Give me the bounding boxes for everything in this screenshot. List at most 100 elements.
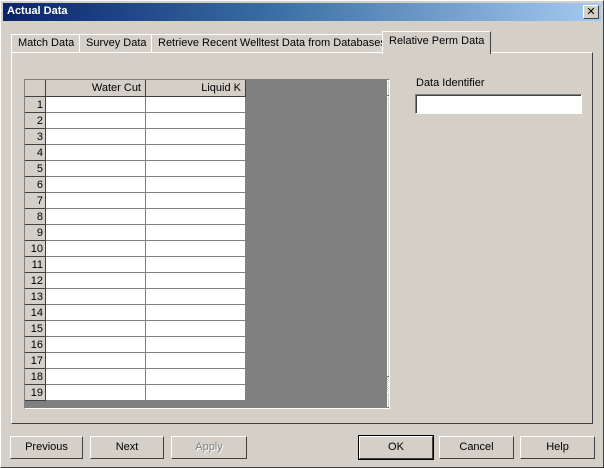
actual-data-dialog: Actual Data ✕ Match Data Survey Data Ret… [0,0,604,468]
row-header[interactable]: 19 [25,385,46,401]
water-cut-cell[interactable] [46,337,146,353]
table-row: 8 [25,209,247,225]
water-cut-cell[interactable] [46,257,146,273]
tab-label: Retrieve Recent Welltest Data from Datab… [158,37,386,49]
table-row: 14 [25,305,247,321]
water-cut-cell[interactable] [46,273,146,289]
row-header[interactable]: 5 [25,161,46,177]
table-row: 9 [25,225,247,241]
liquid-k-cell[interactable] [146,337,246,353]
table-row: 11 [25,257,247,273]
close-icon: ✕ [586,5,596,18]
water-cut-cell[interactable] [46,289,146,305]
tab-panel: Water Cut Liquid K 1 2 3 4 5 6 7 8 9 10 11 12 13 14 15… [11,52,593,424]
liquid-k-cell[interactable] [146,305,246,321]
row-header[interactable]: 2 [25,113,46,129]
row-header[interactable]: 18 [25,369,46,385]
row-header[interactable]: 16 [25,337,46,353]
close-button[interactable]: ✕ [583,5,599,19]
row-header[interactable]: 10 [25,241,46,257]
relative-perm-grid: Water Cut Liquid K 1 2 3 4 5 6 7 8 9 10 11 12 13 14 15… [24,79,390,409]
ok-button[interactable]: OK [358,435,434,460]
liquid-k-cell[interactable] [146,193,246,209]
window-title: Actual Data [7,5,68,17]
liquid-k-cell[interactable] [146,273,246,289]
liquid-k-cell[interactable] [146,129,246,145]
liquid-k-cell[interactable] [146,353,246,369]
table-row: 1 [25,97,247,113]
table-row: 13 [25,289,247,305]
water-cut-cell[interactable] [46,385,146,401]
row-header[interactable]: 15 [25,321,46,337]
water-cut-cell[interactable] [46,177,146,193]
scroll-down-button[interactable] [387,392,389,408]
row-header[interactable]: 12 [25,273,46,289]
row-header[interactable]: 1 [25,97,46,113]
previous-button[interactable]: Previous [10,436,83,459]
water-cut-cell[interactable] [46,161,146,177]
scroll-thumb[interactable] [387,96,389,377]
liquid-k-cell[interactable] [146,113,246,129]
water-cut-cell[interactable] [46,209,146,225]
water-cut-cell[interactable] [46,193,146,209]
tab-label: Survey Data [86,37,147,49]
liquid-k-cell[interactable] [146,209,246,225]
liquid-k-cell[interactable] [146,289,246,305]
water-cut-cell[interactable] [46,113,146,129]
row-header[interactable]: 3 [25,129,46,145]
scroll-up-button[interactable] [387,80,389,96]
data-identifier-input[interactable] [415,94,582,114]
tab-label: Match Data [18,37,75,49]
liquid-k-cell[interactable] [146,241,246,257]
table-row: 12 [25,273,247,289]
cancel-button[interactable]: Cancel [439,436,514,459]
liquid-k-cell[interactable] [146,321,246,337]
row-header[interactable]: 13 [25,289,46,305]
liquid-k-cell[interactable] [146,385,246,401]
scroll-track[interactable] [387,377,389,392]
next-button[interactable]: Next [90,436,164,459]
tab-label: Relative Perm Data [389,35,485,47]
liquid-k-cell[interactable] [146,145,246,161]
title-bar: Actual Data ✕ [3,3,601,21]
row-header[interactable]: 14 [25,305,46,321]
table-row: 16 [25,337,247,353]
water-cut-cell[interactable] [46,97,146,113]
row-header[interactable]: 6 [25,177,46,193]
table-row: 3 [25,129,247,145]
table-row: 6 [25,177,247,193]
apply-button[interactable]: Apply [171,436,247,459]
water-cut-cell[interactable] [46,369,146,385]
tab-survey-data[interactable]: Survey Data [79,34,154,53]
grid-vertical-scrollbar[interactable] [387,80,389,408]
liquid-k-cell[interactable] [146,177,246,193]
water-cut-cell[interactable] [46,321,146,337]
row-header[interactable]: 9 [25,225,46,241]
grid-header-row: Water Cut Liquid K [25,80,247,97]
row-header[interactable]: 11 [25,257,46,273]
liquid-k-cell[interactable] [146,97,246,113]
tab-retrieve-welltest-data[interactable]: Retrieve Recent Welltest Data from Datab… [151,34,393,53]
liquid-k-cell[interactable] [146,161,246,177]
water-cut-cell[interactable] [46,241,146,257]
tab-relative-perm-data[interactable]: Relative Perm Data [382,31,492,54]
liquid-k-cell[interactable] [146,257,246,273]
water-cut-cell[interactable] [46,145,146,161]
water-cut-cell[interactable] [46,305,146,321]
liquid-k-cell[interactable] [146,225,246,241]
row-header[interactable]: 8 [25,209,46,225]
row-header[interactable]: 4 [25,145,46,161]
row-header[interactable]: 7 [25,193,46,209]
tab-match-data[interactable]: Match Data [11,34,82,53]
column-header-water-cut[interactable]: Water Cut [46,80,146,97]
water-cut-cell[interactable] [46,225,146,241]
table-row: 5 [25,161,247,177]
row-header[interactable]: 17 [25,353,46,369]
water-cut-cell[interactable] [46,353,146,369]
help-button[interactable]: Help [520,436,595,459]
water-cut-cell[interactable] [46,129,146,145]
liquid-k-cell[interactable] [146,369,246,385]
table-row: 4 [25,145,247,161]
column-header-liquid-k[interactable]: Liquid K [146,80,246,97]
grid-corner[interactable] [25,80,46,97]
